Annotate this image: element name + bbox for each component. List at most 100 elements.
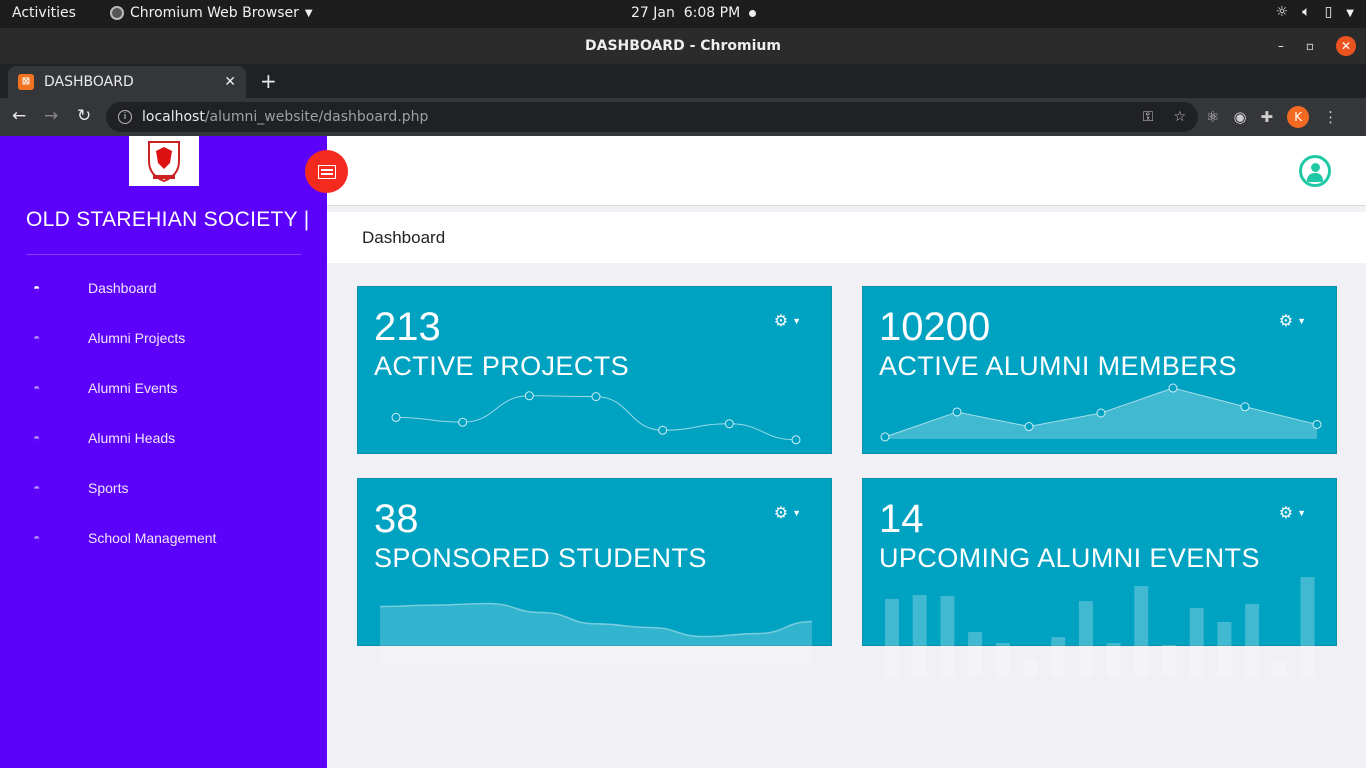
sidebar-item-label: Sports — [88, 480, 129, 496]
sparkline-point — [1240, 402, 1250, 412]
sparkline-point — [391, 412, 401, 422]
sidebar: OLD STAREHIAN SOCIETY | ◓ Dashboard ◓ Al… — [0, 136, 327, 768]
sidebar-item-school-management[interactable]: ◓ School Management — [0, 513, 327, 563]
sparkline-bar — [1078, 601, 1093, 677]
sparkline-bar — [1023, 659, 1038, 677]
sparkline-line — [395, 395, 797, 441]
profile-avatar[interactable]: K — [1287, 106, 1310, 128]
sparkline-bar — [1300, 577, 1315, 677]
xampp-favicon-icon: ⊠ — [18, 74, 34, 90]
tab-dashboard[interactable]: ⊠ DASHBOARD ✕ — [8, 66, 246, 98]
hamburger-icon — [317, 164, 336, 179]
extensions-area: ⚛ ◉ ✚ K ⋮ — [1206, 106, 1338, 128]
react-devtools-icon[interactable]: ⚛ — [1206, 108, 1219, 126]
user-account-icon[interactable] — [1299, 155, 1331, 187]
sidebar-item-label: School Management — [88, 530, 217, 546]
window-title: DASHBOARD - Chromium — [585, 38, 781, 54]
activities-button[interactable]: Activities — [12, 5, 76, 21]
time: 6:08 PM — [683, 5, 741, 21]
chevron-down-icon: ▼ — [1346, 8, 1354, 19]
sparkline-bar — [1245, 604, 1260, 677]
sparkline-bar — [912, 595, 927, 677]
sidebar-item-alumni-events[interactable]: ◓ Alumni Events — [0, 363, 327, 413]
volume-icon: 🔈︎ — [1302, 4, 1311, 20]
breadcrumb: Dashboard — [327, 212, 1366, 263]
page-header — [327, 136, 1366, 206]
forward-arrow-icon[interactable]: → — [44, 106, 58, 126]
brightness-icon: ☼ — [1275, 4, 1289, 20]
sparkline-chart — [885, 577, 1315, 677]
sparkline-point — [724, 419, 734, 429]
back-arrow-icon[interactable]: ← — [12, 106, 26, 126]
bookmark-star-icon[interactable]: ☆ — [1173, 109, 1186, 125]
crest-icon — [148, 141, 180, 183]
sparkline-chart — [391, 391, 801, 445]
brand-title: OLD STAREHIAN SOCIETY | — [26, 208, 310, 231]
sidebar-item-label: Alumni Heads — [88, 430, 176, 446]
sparkline-point — [1096, 408, 1106, 418]
system-tray[interactable]: ☼ 🔈︎ ▯ ▼ — [1276, 4, 1354, 24]
sparkline-bar — [1106, 643, 1121, 677]
clock[interactable]: 27 Jan 6:08 PM — [631, 5, 740, 21]
key-icon[interactable]: ⚿ — [1143, 109, 1154, 125]
sidebar-item-sports[interactable]: ◓ Sports — [0, 463, 327, 513]
close-window-button[interactable]: ✕ — [1336, 36, 1356, 56]
user-head — [1311, 163, 1320, 172]
record-icon[interactable]: ◉ — [1233, 108, 1246, 126]
app-menu[interactable]: Chromium Web Browser ▼ — [110, 5, 313, 21]
minimize-button[interactable]: – — [1278, 28, 1284, 64]
stat-card-active-alumni-members: 10200 ACTIVE ALUMNI MEMBERS ⚙ ▼ — [862, 286, 1337, 454]
stat-card-upcoming-alumni-events: 14 UPCOMING ALUMNI EVENTS ⚙ ▼ — [862, 478, 1337, 677]
sparkline-bar — [1217, 622, 1232, 677]
close-tab-icon[interactable]: ✕ — [224, 74, 236, 90]
notification-dot — [749, 10, 756, 17]
sidebar-toggle-button[interactable] — [305, 150, 348, 193]
sparkline-point — [880, 432, 890, 442]
reload-icon[interactable]: ↻ — [77, 106, 91, 126]
sparkline-point — [524, 391, 534, 401]
sparkline-bar — [940, 596, 955, 677]
sparkline-bar — [995, 643, 1010, 677]
sparkline-point — [952, 407, 962, 417]
tab-strip: ⊠ DASHBOARD ✕ + — [0, 64, 1366, 98]
sparkline-point — [791, 435, 801, 445]
extensions-puzzle-icon[interactable]: ✚ — [1261, 108, 1274, 126]
tab-title: DASHBOARD — [44, 74, 134, 90]
sidebar-item-alumni-heads[interactable]: ◓ Alumni Heads — [0, 413, 327, 463]
user-body — [1307, 173, 1323, 182]
maximize-button[interactable]: ▫ — [1306, 28, 1314, 64]
sidebar-item-alumni-projects[interactable]: ◓ Alumni Projects — [0, 313, 327, 363]
tachometer-icon: ◓ — [33, 281, 41, 295]
sparkline-bar — [885, 599, 899, 677]
sparkline-chart — [379, 602, 813, 665]
sparkline-bar — [1134, 586, 1149, 677]
sidebar-item-label: Alumni Events — [88, 380, 178, 396]
info-icon[interactable]: i — [118, 110, 132, 124]
tachometer-icon: ◓ — [33, 531, 41, 545]
os-top-bar: Activities Chromium Web Browser ▼ 27 Jan… — [0, 0, 1366, 28]
date: 27 Jan — [631, 5, 675, 21]
menu-kebab-icon[interactable]: ⋮ — [1323, 108, 1338, 126]
address-bar[interactable]: i localhost/alumni_website/dashboard.php… — [106, 102, 1198, 132]
stat-card-sponsored-students: 38 SPONSORED STUDENTS ⚙ ▼ — [357, 478, 832, 665]
new-tab-button[interactable]: + — [260, 69, 277, 93]
sparkline-point — [458, 417, 468, 427]
stat-card-active-projects: 213 ACTIVE PROJECTS ⚙ ▼ — [357, 286, 832, 454]
battery-icon: ▯ — [1324, 4, 1333, 20]
sparkline-bar — [1051, 637, 1066, 677]
sidebar-menu: ◓ Dashboard ◓ Alumni Projects ◓ Alumni E… — [0, 263, 327, 563]
url-host: localhost — [142, 109, 205, 125]
sidebar-item-dashboard[interactable]: ◓ Dashboard — [0, 263, 327, 313]
tachometer-icon: ◓ — [33, 381, 41, 395]
sparkline-chart — [880, 383, 1322, 442]
sparkline-bar — [1189, 608, 1204, 677]
url[interactable]: localhost/alumni_website/dashboard.php — [142, 109, 428, 125]
sparkline-bar — [1272, 660, 1287, 677]
school-logo[interactable] — [129, 136, 199, 186]
url-path: /alumni_website/dashboard.php — [204, 109, 429, 125]
chevron-down-icon: ▼ — [304, 7, 313, 19]
tachometer-icon: ◓ — [33, 481, 41, 495]
divider — [26, 254, 301, 255]
browser-toolbar: ← → ↻ i localhost/alumni_website/dashboa… — [0, 98, 1366, 136]
sparkline-bar — [1162, 645, 1176, 677]
